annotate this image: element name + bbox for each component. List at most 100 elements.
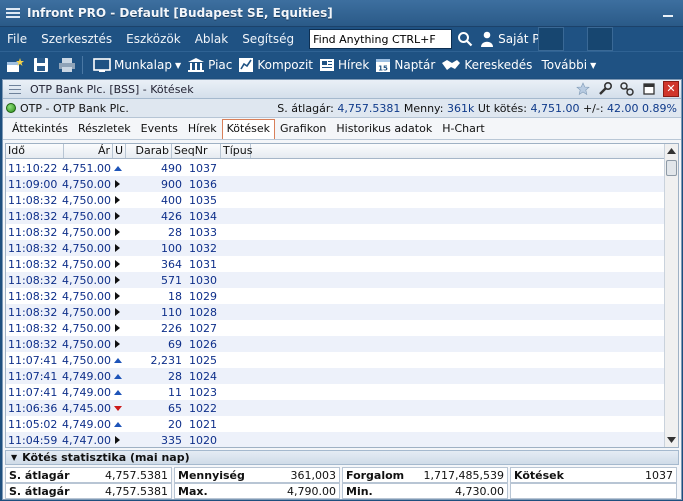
table-row[interactable]: 11:08:32 4,750.00 100 1032 xyxy=(6,240,666,256)
column-header-seqnr[interactable]: SeqNr xyxy=(172,144,221,158)
column-header-type[interactable]: Típus xyxy=(221,144,252,158)
arrow-down-icon xyxy=(113,405,122,411)
trade-seqnr: 1029 xyxy=(189,289,217,303)
vertical-scrollbar[interactable] xyxy=(664,144,678,447)
trade-quantity: 20 xyxy=(168,417,182,431)
trade-seqnr: 1026 xyxy=(189,337,217,351)
worksheet-label: Munkalap xyxy=(114,58,172,72)
table-row[interactable]: 11:09:00 4,750.00 900 1036 xyxy=(6,176,666,192)
search-icon[interactable] xyxy=(454,28,476,50)
trade-seqnr: 1020 xyxy=(189,433,217,447)
arrow-right-icon xyxy=(115,436,120,444)
scroll-up-icon[interactable] xyxy=(665,144,678,158)
menu-window[interactable]: Ablak xyxy=(188,27,235,51)
scroll-down-icon[interactable] xyxy=(665,433,678,447)
trade-direction xyxy=(111,292,124,300)
save-icon[interactable] xyxy=(30,54,52,76)
trade-time: 11:04:59 xyxy=(8,433,58,447)
table-row[interactable]: 11:08:32 4,750.00 226 1027 xyxy=(6,320,666,336)
scroll-thumb[interactable] xyxy=(666,160,677,176)
trading-button[interactable]: Kereskedés xyxy=(441,53,532,77)
arrow-up-icon xyxy=(113,389,122,395)
trade-direction xyxy=(111,196,124,204)
trade-price: 4,750.00 xyxy=(62,273,111,287)
table-row[interactable]: 11:08:32 4,750.00 69 1026 xyxy=(6,336,666,352)
column-header-direction[interactable]: U xyxy=(113,144,126,158)
arrow-right-icon xyxy=(115,276,120,284)
trade-statistics-header[interactable]: ▼ Kötés statisztika (mai nap) xyxy=(5,450,679,465)
menu-help[interactable]: Segítség xyxy=(235,27,301,51)
panel-menu-icon[interactable] xyxy=(9,84,21,94)
table-row[interactable]: 11:08:32 4,750.00 28 1033 xyxy=(6,224,666,240)
trade-price: 4,749.00 xyxy=(62,385,111,399)
restore-icon[interactable] xyxy=(641,81,657,97)
table-row[interactable]: 11:08:32 4,750.00 364 1031 xyxy=(6,256,666,272)
arrow-right-icon xyxy=(115,228,120,236)
trade-time: 11:08:32 xyxy=(8,225,58,239)
tab-historical-data[interactable]: Historikus adatok xyxy=(331,119,437,139)
app-menu-icon[interactable] xyxy=(6,8,20,18)
column-header-quantity[interactable]: Darab xyxy=(126,144,172,158)
trade-quantity: 65 xyxy=(168,401,182,415)
trade-direction xyxy=(111,228,124,236)
tab-trades[interactable]: Kötések xyxy=(221,119,275,139)
table-row[interactable]: 11:07:41 4,749.00 11 1023 xyxy=(6,384,666,400)
print-icon[interactable] xyxy=(56,54,78,76)
trade-time: 11:08:32 xyxy=(8,193,58,207)
more-button[interactable]: További ▼ xyxy=(538,53,596,77)
trade-quantity: 226 xyxy=(161,321,182,335)
news-button[interactable]: Hírek xyxy=(319,53,369,77)
minimize-icon[interactable] xyxy=(663,7,673,17)
column-header-time[interactable]: Idő xyxy=(6,144,64,158)
trade-quantity: 110 xyxy=(161,305,182,319)
trade-seqnr: 1034 xyxy=(189,209,217,223)
trade-seqnr: 1024 xyxy=(189,369,217,383)
stat-value: 4,757.5381 xyxy=(105,484,168,498)
new-window-icon[interactable] xyxy=(4,54,26,76)
market-button[interactable]: Piac xyxy=(187,53,232,77)
menu-edit[interactable]: Szerkesztés xyxy=(34,27,119,51)
table-row[interactable]: 11:10:22 4,751.00 490 1037 xyxy=(6,160,666,176)
table-row[interactable]: 11:08:32 4,750.00 18 1029 xyxy=(6,288,666,304)
close-icon[interactable]: ✕ xyxy=(663,81,679,97)
menu-file[interactable]: File xyxy=(0,27,34,51)
composite-button[interactable]: Kompozit xyxy=(238,53,313,77)
tab-news[interactable]: Hírek xyxy=(183,119,222,139)
menu-tools[interactable]: Eszközök xyxy=(119,27,188,51)
search-input[interactable] xyxy=(309,29,453,49)
calendar-button[interactable]: 15 Naptár xyxy=(375,53,435,77)
table-row[interactable]: 11:08:32 4,750.00 400 1035 xyxy=(6,192,666,208)
star-icon[interactable] xyxy=(575,81,591,97)
table-row[interactable]: 11:04:59 4,747.00 335 1020 xyxy=(6,432,666,447)
tab-h-chart[interactable]: H-Chart xyxy=(437,119,489,139)
table-row[interactable]: 11:07:41 4,750.00 2,231 1025 xyxy=(6,352,666,368)
trade-time: 11:08:32 xyxy=(8,257,58,271)
trade-price: 4,750.00 xyxy=(62,337,111,351)
handshake-icon xyxy=(442,60,461,70)
tab-chart[interactable]: Grafikon xyxy=(275,119,331,139)
stat-value: 1,717,485,539 xyxy=(423,468,504,482)
table-row[interactable]: 11:07:41 4,749.00 28 1024 xyxy=(6,368,666,384)
trade-direction xyxy=(111,324,124,332)
wrench-icon[interactable] xyxy=(597,81,613,97)
worksheet-button[interactable]: Munkalap ▼ xyxy=(93,53,181,77)
trade-time: 11:07:41 xyxy=(8,353,58,367)
trade-time: 11:06:36 xyxy=(8,401,58,415)
table-row[interactable]: 11:08:32 4,750.00 571 1030 xyxy=(6,272,666,288)
table-row[interactable]: 11:06:36 4,745.00 65 1022 xyxy=(6,400,666,416)
link-icon[interactable] xyxy=(619,81,635,97)
trade-direction xyxy=(111,308,124,316)
stat-avg-price: S. átlagár 4,757.5381 xyxy=(5,483,172,499)
table-row[interactable]: 11:08:32 4,750.00 426 1034 xyxy=(6,208,666,224)
table-row[interactable]: 11:05:02 4,749.00 20 1021 xyxy=(6,416,666,432)
stat-avg-price: S. átlagár 4,757.5381 xyxy=(5,467,172,483)
trade-price: 4,749.00 xyxy=(62,369,111,383)
user-icon xyxy=(481,31,494,47)
tab-overview[interactable]: Áttekintés xyxy=(7,119,73,139)
trade-time: 11:07:41 xyxy=(8,369,58,383)
tab-details[interactable]: Részletek xyxy=(73,119,136,139)
column-header-price[interactable]: Ár xyxy=(64,144,113,158)
tab-events[interactable]: Events xyxy=(136,119,183,139)
table-row[interactable]: 11:08:32 4,750.00 110 1028 xyxy=(6,304,666,320)
change-percent: 0.89% xyxy=(642,102,677,115)
